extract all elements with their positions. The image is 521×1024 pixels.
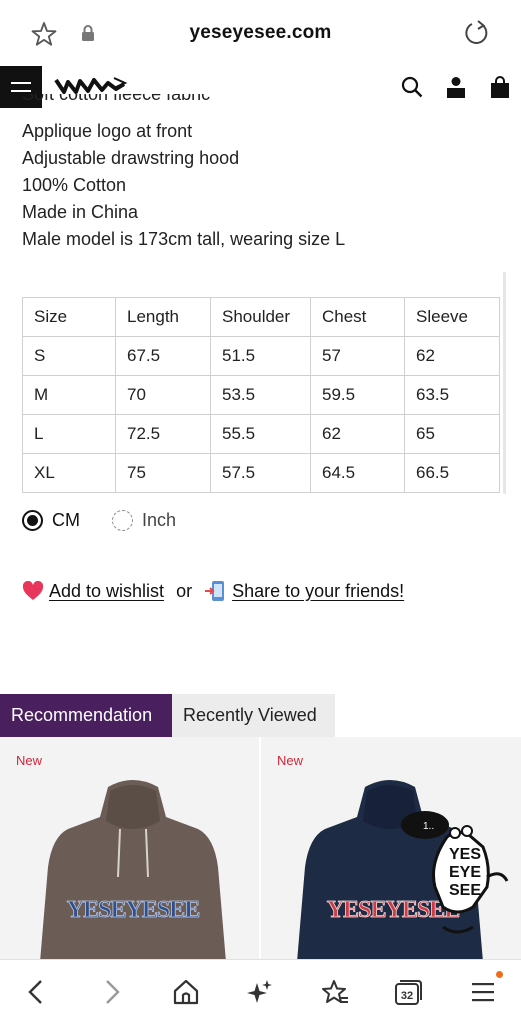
recommendation-tabs: Recommendation Recently Viewed [0,694,335,737]
bookmarks-star-icon[interactable] [320,978,350,1006]
description-line: 100% Cotton [22,175,127,195]
hoodie-navy-image: YESEYESEE 1.. YES EYE SEE [297,777,511,959]
table-cell: M [22,375,116,415]
table-header-cell: Sleeve [404,297,500,337]
tabs-counter-icon[interactable]: 32 [394,978,422,1006]
svg-text:YES: YES [449,846,481,863]
table-cell: 66.5 [404,453,500,493]
table-cell: 75 [115,453,211,493]
description-line: Male model is 173cm tall, wearing size L [22,229,346,249]
heart-icon [22,581,49,601]
notification-dot [496,971,503,978]
home-icon[interactable] [172,978,200,1006]
hoodie-brown-image: YESEYESEE [38,777,228,959]
product-description: Applique logo at front Adjustable drawst… [0,108,521,258]
table-cell: 51.5 [210,336,311,376]
new-badge: New [277,753,304,768]
product-actions: Add to wishlist or Share to your friends… [22,580,404,602]
unit-label-cm[interactable]: CM [52,510,80,531]
add-to-wishlist-link[interactable]: Add to wishlist [22,581,164,602]
address-bar-url[interactable]: yeseyesee.com [0,22,521,44]
description-line: Made in China [22,202,139,222]
share-link[interactable]: Share to your friends! [204,580,404,602]
size-chart-table: Size Length Shoulder Chest Sleeve S 67.5… [22,297,500,493]
tab-recommendation[interactable]: Recommendation [0,694,172,737]
description-line: Adjustable drawstring hood [22,148,240,168]
table-header-cell: Length [115,297,211,337]
table-header-cell: Chest [310,297,405,337]
radio-inch[interactable] [112,510,133,531]
back-arrow-icon[interactable] [26,978,46,1006]
share-label: Share to your friends! [232,580,405,601]
browser-toolbar: yeseyesee.com [0,0,521,66]
account-icon[interactable] [445,76,467,98]
or-separator: or [176,580,193,601]
table-cell: S [22,336,116,376]
table-cell: 55.5 [210,414,311,454]
bookmark-star-icon[interactable] [30,20,58,48]
browser-bottom-nav: 32 [0,959,521,1024]
table-cell: 70 [115,375,211,415]
radio-cm[interactable] [22,510,43,531]
unit-label-inch[interactable]: Inch [142,510,176,531]
svg-text:32: 32 [401,990,413,1002]
product-grid: New YESEYESEE New YESEYESEE 1.. YES EYE … [0,737,521,959]
table-cell: XL [22,453,116,493]
description-line-partial: Soft cotton fleece fabric [22,94,211,104]
new-badge: New [16,753,43,768]
ai-sparkle-icon[interactable] [246,978,274,1006]
table-cell: 57.5 [210,453,311,493]
table-cell: 57 [310,336,405,376]
table-cell: 72.5 [115,414,211,454]
svg-text:SEE: SEE [449,882,481,899]
description-line: Applique logo at front [22,121,193,141]
wishlist-label: Add to wishlist [49,580,165,601]
forward-arrow-icon[interactable] [102,978,122,1006]
table-row: M 70 53.5 59.5 63.5 [22,375,500,415]
phone-share-icon [204,580,232,602]
table-cell: 67.5 [115,336,211,376]
svg-text:1..: 1.. [423,821,434,832]
table-row: L 72.5 55.5 62 65 [22,414,500,454]
product-card[interactable]: New YESEYESEE 1.. YES EYE SEE [261,737,521,959]
search-icon[interactable] [401,76,423,98]
product-card[interactable]: New YESEYESEE [0,737,259,959]
hoodie-print-text: YESEYESEE [67,897,199,923]
table-row: S 67.5 51.5 57 62 [22,336,500,376]
table-row: XL 75 57.5 64.5 66.5 [22,453,500,493]
table-cell: 65 [404,414,500,454]
table-cell: 64.5 [310,453,405,493]
table-cell: 62 [310,414,405,454]
table-header-cell: Shoulder [210,297,311,337]
table-scrollbar[interactable] [503,272,506,494]
tab-recently-viewed[interactable]: Recently Viewed [172,694,335,737]
table-cell: L [22,414,116,454]
table-cell: 53.5 [210,375,311,415]
hamburger-menu-icon[interactable] [472,978,496,1006]
table-cell: 59.5 [310,375,405,415]
table-header-cell: Size [22,297,116,337]
table-cell: 63.5 [404,375,500,415]
svg-text:EYE: EYE [449,864,481,881]
reload-icon[interactable] [463,19,491,47]
shopping-bag-icon[interactable] [489,76,511,98]
table-cell: 62 [404,336,500,376]
hamburger-icon [11,79,31,95]
unit-selector: CM Inch [22,510,208,531]
lock-icon [80,24,96,42]
table-header-row: Size Length Shoulder Chest Sleeve [22,297,500,337]
